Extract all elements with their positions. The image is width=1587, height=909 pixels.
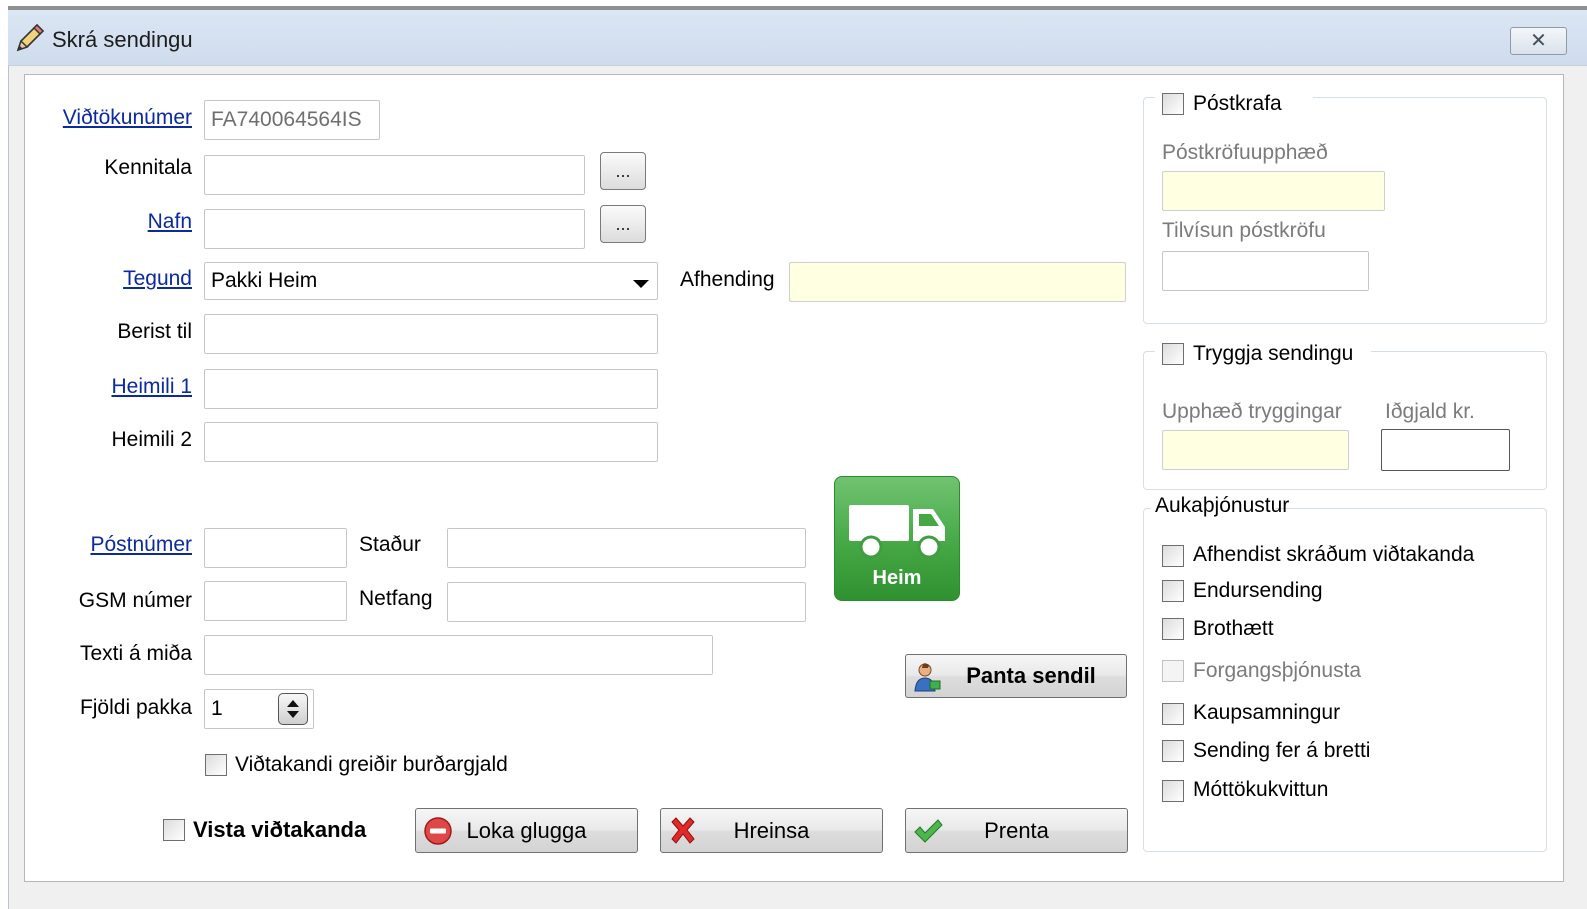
red-x-icon: [671, 817, 695, 844]
loka-glugga-button[interactable]: Loka glugga: [415, 808, 638, 853]
gsm-field[interactable]: [204, 581, 347, 621]
afhending-label: Afhending: [680, 268, 775, 291]
prenta-button[interactable]: Prenta: [905, 808, 1128, 853]
heimili2-field[interactable]: [204, 422, 658, 462]
idgjald-field[interactable]: [1381, 429, 1510, 471]
gsm-label: GSM númer: [78, 589, 192, 612]
heimili1-field[interactable]: [204, 369, 658, 409]
courier-person-icon: [914, 663, 941, 692]
kaupsamningur-label[interactable]: Kaupsamningur: [1193, 701, 1340, 725]
nafn-lookup-button[interactable]: ...: [600, 205, 646, 243]
pencil-icon: [12, 22, 48, 56]
title-bar: [8, 10, 1587, 66]
chevron-down-icon[interactable]: [633, 280, 649, 288]
tryggja-sendingu-checkbox[interactable]: [1162, 343, 1184, 365]
postkrofuupphaed-label: Póstkröfuupphæð: [1162, 141, 1328, 164]
endursending-label[interactable]: Endursending: [1193, 579, 1323, 603]
tilvisun-postkrofu-field[interactable]: [1162, 251, 1369, 291]
upphaed-tryggingar-label: Upphæð tryggingar: [1162, 400, 1342, 423]
tegund-select[interactable]: Pakki Heim: [204, 262, 658, 300]
close-button[interactable]: ✕: [1510, 27, 1567, 55]
brothaett-checkbox[interactable]: [1162, 618, 1184, 640]
vista-vidtakanda-label[interactable]: Vista viðtakanda: [193, 817, 366, 843]
postkrafa-checkbox[interactable]: [1162, 93, 1184, 115]
texti-field[interactable]: [204, 635, 713, 675]
postkrafa-title[interactable]: Póstkrafa: [1193, 92, 1282, 116]
burdargjald-label[interactable]: Viðtakandi greiðir burðargjald: [235, 753, 508, 777]
panta-sendil-button[interactable]: Panta sendil: [905, 654, 1127, 698]
forgangsthjonusta-checkbox: [1162, 660, 1184, 682]
aukathjonustur-title: Aukaþjónustur: [1155, 494, 1290, 517]
truck-icon: [849, 505, 945, 559]
stadur-label: Staður: [359, 533, 421, 556]
kaupsamningur-checkbox[interactable]: [1162, 703, 1184, 725]
panta-sendil-label: Panta sendil: [966, 663, 1096, 688]
window-title: Skrá sendingu: [52, 27, 193, 52]
heim-label: Heim: [872, 567, 922, 589]
delivery-type-heim-tile[interactable]: Heim: [834, 476, 960, 601]
endursending-checkbox[interactable]: [1162, 580, 1184, 602]
berist-til-label: Berist til: [117, 320, 192, 343]
stop-icon: [424, 817, 452, 845]
aukathjonustur-legend: Aukaþjónustur: [1151, 494, 1289, 524]
burdargjald-checkbox[interactable]: [205, 754, 227, 776]
heimili1-label[interactable]: Heimili 1: [40, 375, 192, 399]
tegund-selected-value: Pakki Heim: [211, 269, 318, 292]
netfang-field[interactable]: [447, 582, 806, 622]
vidtokunumer-field[interactable]: FA740064564IS: [204, 100, 380, 140]
sending-bretti-checkbox[interactable]: [1162, 740, 1184, 762]
kennitala-field[interactable]: [204, 155, 585, 195]
mottokukvittun-label[interactable]: Móttökukvittun: [1193, 778, 1328, 802]
texti-label: Texti á miða: [79, 642, 192, 665]
postnumer-label[interactable]: Póstnúmer: [40, 533, 192, 557]
afhendist-skradum-label[interactable]: Afhendist skráðum viðtakanda: [1193, 543, 1474, 567]
mottokukvittun-checkbox[interactable]: [1162, 780, 1184, 802]
postnumer-field[interactable]: [204, 528, 347, 568]
fjoldi-label: Fjöldi pakka: [79, 696, 192, 719]
sending-bretti-label[interactable]: Sending fer á bretti: [1193, 739, 1370, 763]
nafn-label[interactable]: Nafn: [40, 210, 192, 234]
afhendist-skradum-checkbox[interactable]: [1162, 545, 1184, 567]
loka-glugga-label: Loka glugga: [466, 817, 587, 843]
tegund-label[interactable]: Tegund: [40, 267, 192, 291]
hreinsa-label: Hreinsa: [733, 817, 810, 843]
netfang-label: Netfang: [359, 587, 433, 610]
kennitala-label: Kennitala: [104, 156, 192, 179]
spinner-arrows-icon[interactable]: [278, 693, 308, 725]
berist-til-field[interactable]: [204, 314, 658, 354]
forgangsthjonusta-label: Forgangsþjónusta: [1193, 659, 1362, 682]
vidtokunumer-label[interactable]: Viðtökunúmer: [40, 106, 192, 130]
vista-vidtakanda-checkbox[interactable]: [163, 819, 185, 841]
tryggja-sendingu-title[interactable]: Tryggja sendingu: [1193, 342, 1353, 366]
idgjald-label: Iðgjald kr.: [1385, 400, 1475, 423]
stadur-field[interactable]: [447, 528, 806, 568]
postkrofuupphaed-field[interactable]: [1162, 171, 1385, 211]
upphaed-tryggingar-field[interactable]: [1162, 430, 1349, 470]
hreinsa-button[interactable]: Hreinsa: [660, 808, 883, 853]
prenta-label: Prenta: [984, 817, 1049, 843]
checkmark-icon: [914, 819, 943, 843]
desktop-strip: [0, 0, 1587, 10]
brothaett-label[interactable]: Brothætt: [1193, 617, 1274, 641]
afhending-field[interactable]: [789, 262, 1126, 302]
kennitala-lookup-button[interactable]: ...: [600, 152, 646, 190]
nafn-field[interactable]: [204, 209, 585, 249]
heimili2-label: Heimili 2: [111, 428, 192, 451]
tilvisun-postkrofu-label: Tilvísun póstkröfu: [1162, 219, 1326, 242]
